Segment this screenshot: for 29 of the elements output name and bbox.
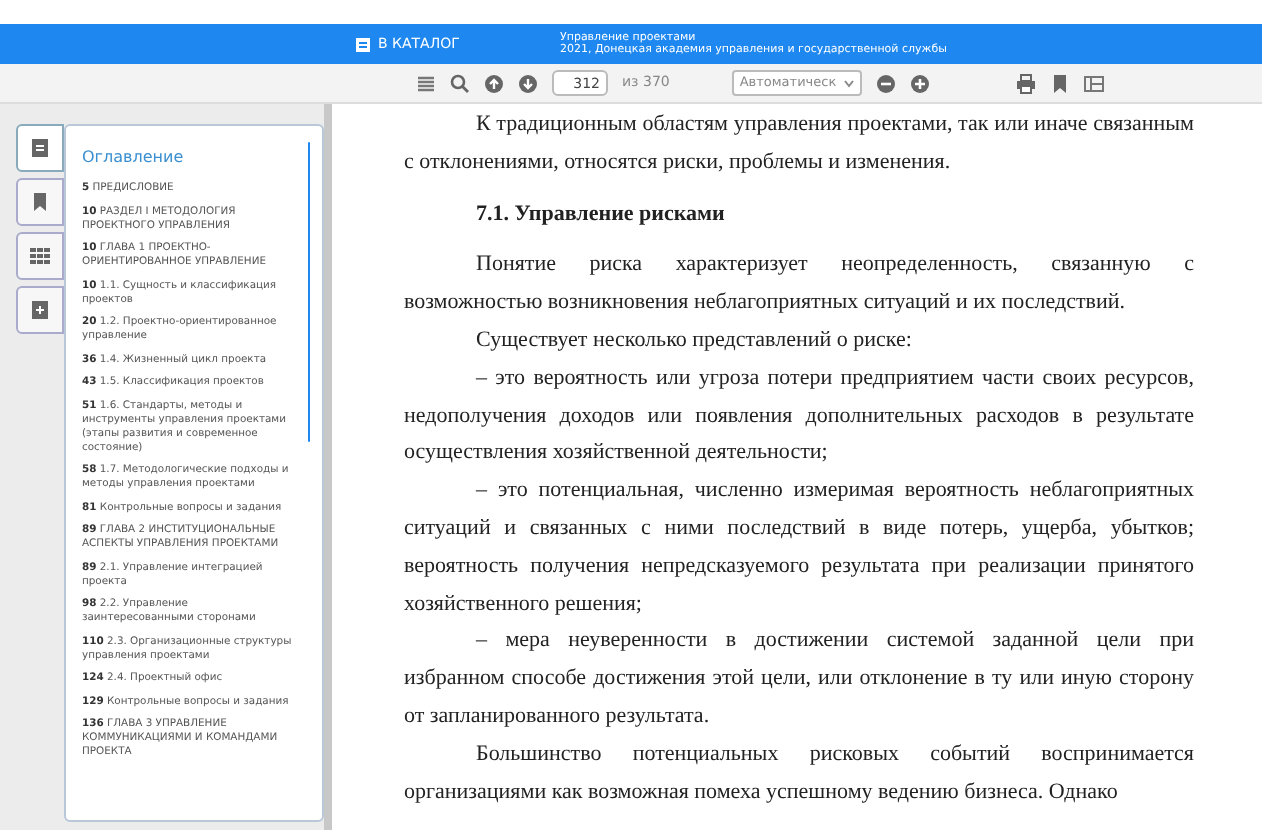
grid-icon bbox=[30, 246, 50, 266]
zoom-in-icon[interactable] bbox=[910, 73, 931, 93]
search-icon[interactable] bbox=[450, 73, 470, 93]
attachments-tab[interactable] bbox=[16, 286, 64, 334]
previous-page-icon[interactable] bbox=[484, 73, 504, 93]
paragraph: Понятие риска характеризует неопределенность, связанную с возможностью возникновения неблагоприятных ситуаций и их последствий. bbox=[404, 250, 1194, 319]
paragraph: – мера неуверенности в достижении системой заданной цели при избранном способе достижения этой цели, или отклонение в ту или иную сторону от запланированного результата. bbox=[404, 626, 1194, 732]
bookmark-icon bbox=[30, 192, 50, 212]
section-heading: 7.1. Управление рисками bbox=[476, 199, 727, 230]
bookmark-icon[interactable] bbox=[1050, 73, 1071, 93]
sidebar-toggle-icon[interactable] bbox=[416, 73, 436, 93]
paragraph: К традиционным областям управления проектами, так или иначе связанным с отклонениями, относятся риски, проблемы и изменения. bbox=[404, 110, 1194, 178]
outline-tab[interactable] bbox=[16, 124, 64, 172]
document-properties-icon[interactable] bbox=[1084, 73, 1105, 93]
book-icon bbox=[356, 37, 370, 51]
bookmarks-tab[interactable] bbox=[16, 178, 64, 226]
thumbnails-tab[interactable] bbox=[16, 232, 64, 280]
print-icon[interactable] bbox=[1016, 73, 1037, 93]
paragraph: Большинство потенциальных рисковых событий воспринимается организациями как возможная помеха успешному ведению бизнеса. Однако bbox=[404, 739, 1194, 808]
next-page-icon[interactable] bbox=[518, 73, 538, 93]
scrollbar-thumb[interactable] bbox=[307, 142, 310, 442]
paragraph: – это вероятность или угроза потери предприятием части своих ресурсов, недополучения доходов или появления дополнительных расходов в результате осуществления хозяйственной деятельности; bbox=[404, 363, 1194, 469]
zoom-out-icon[interactable] bbox=[876, 73, 897, 93]
document-icon bbox=[30, 300, 50, 320]
caret-icon bbox=[844, 79, 855, 87]
paragraph: – это потенциальная, численно измеримая вероятность неблагоприятных ситуаций и связанных с ними последствий в виде потерь, ущерба, убытков; вероятность получения непредсказуемого результата при реализации принятого хозяйственного решения; bbox=[404, 476, 1194, 620]
document-icon bbox=[30, 138, 50, 158]
paragraph: Существует несколько представлений о риске: bbox=[474, 325, 914, 356]
outline-title: Оглавление bbox=[82, 146, 186, 170]
